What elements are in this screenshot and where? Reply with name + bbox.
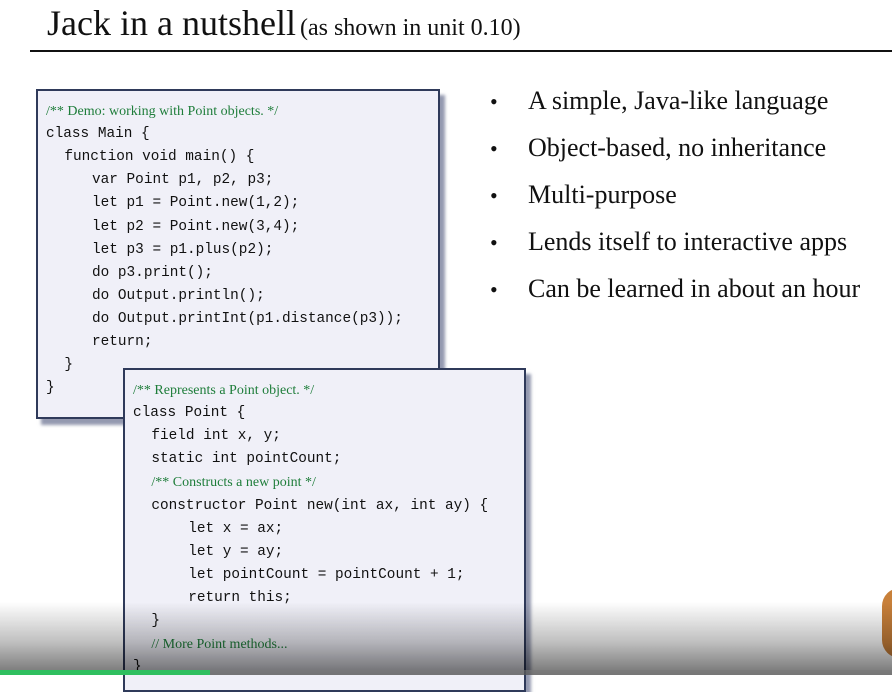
bullet-dot-icon: • xyxy=(490,89,498,114)
code-line: } xyxy=(64,357,74,374)
code-comment-line: // More Point methods... xyxy=(151,637,288,653)
bullet-text: A simple, Java-like language xyxy=(528,86,829,115)
code-line: static int pointCount; xyxy=(151,451,342,468)
code-line: field int x, y; xyxy=(151,428,281,445)
code-line: return; xyxy=(92,334,153,350)
feature-bullet-item: • A simple, Java-like language xyxy=(490,84,828,118)
bullet-text: Object-based, no inheritance xyxy=(528,133,827,162)
code-line: let p1 = Point.new(1,2); xyxy=(92,195,300,212)
code-line: class Main { xyxy=(46,126,150,143)
code-line: let p3 = p1.plus(p2); xyxy=(92,241,274,258)
title-underline xyxy=(30,50,892,52)
bullet-dot-icon: • xyxy=(490,230,498,255)
bullet-text: Lends itself to interactive apps xyxy=(528,227,848,256)
feature-bullet-item: • Object-based, no inheritance xyxy=(490,131,826,165)
code-line: var Point p1, p2, p3; xyxy=(92,172,274,189)
feature-bullet-item: • Multi-purpose xyxy=(490,178,677,212)
code-line: let pointCount = pointCount + 1; xyxy=(188,566,465,583)
bullet-dot-icon: • xyxy=(490,136,498,161)
code-comment-line: /** Represents a Point object. */ xyxy=(133,383,315,398)
video-progress-fill xyxy=(0,670,210,675)
bullet-text: Multi-purpose xyxy=(528,180,677,209)
slide-title-subtitle: (as shown in unit 0.10) xyxy=(299,15,521,41)
code-comment-line: /** Demo: working with Point objects. */ xyxy=(46,104,279,119)
code-comment-line: /** Constructs a new point */ xyxy=(151,475,316,491)
bullet-dot-icon: • xyxy=(490,183,498,208)
code-line: let y = ay; xyxy=(188,543,284,560)
bullet-dot-icon: • xyxy=(490,277,498,302)
feature-bullet-item: • Lends itself to interactive apps xyxy=(490,225,847,259)
code-line: let p2 = Point.new(3,4); xyxy=(92,218,300,235)
code-line: let x = ax; xyxy=(188,520,284,537)
code-line: } xyxy=(133,659,142,676)
point-class-code-box: /** Represents a Point object. */ class P… xyxy=(123,368,526,692)
code-line: do Output.println(); xyxy=(92,287,265,304)
code-line: constructor Point new(int ax, int ay) { xyxy=(151,497,489,514)
slide-title: Jack in a nutshell (as shown in unit 0.1… xyxy=(47,2,521,44)
code-line: return this; xyxy=(188,589,292,606)
code-line: do p3.print(); xyxy=(92,264,213,281)
code-line: class Point { xyxy=(133,405,246,422)
feature-bullet-item: • Can be learned in about an hour xyxy=(490,272,860,306)
code-line: function void main() { xyxy=(64,149,255,166)
bullet-text: Can be learned in about an hour xyxy=(528,274,861,303)
presenter-edge-image xyxy=(882,588,892,658)
code-line: } xyxy=(46,380,55,397)
code-line: do Output.printInt(p1.distance(p3)); xyxy=(92,310,403,327)
slide-title-main: Jack in a nutshell xyxy=(47,3,296,43)
code-line: } xyxy=(151,613,161,629)
video-progress-bar[interactable] xyxy=(0,670,892,675)
